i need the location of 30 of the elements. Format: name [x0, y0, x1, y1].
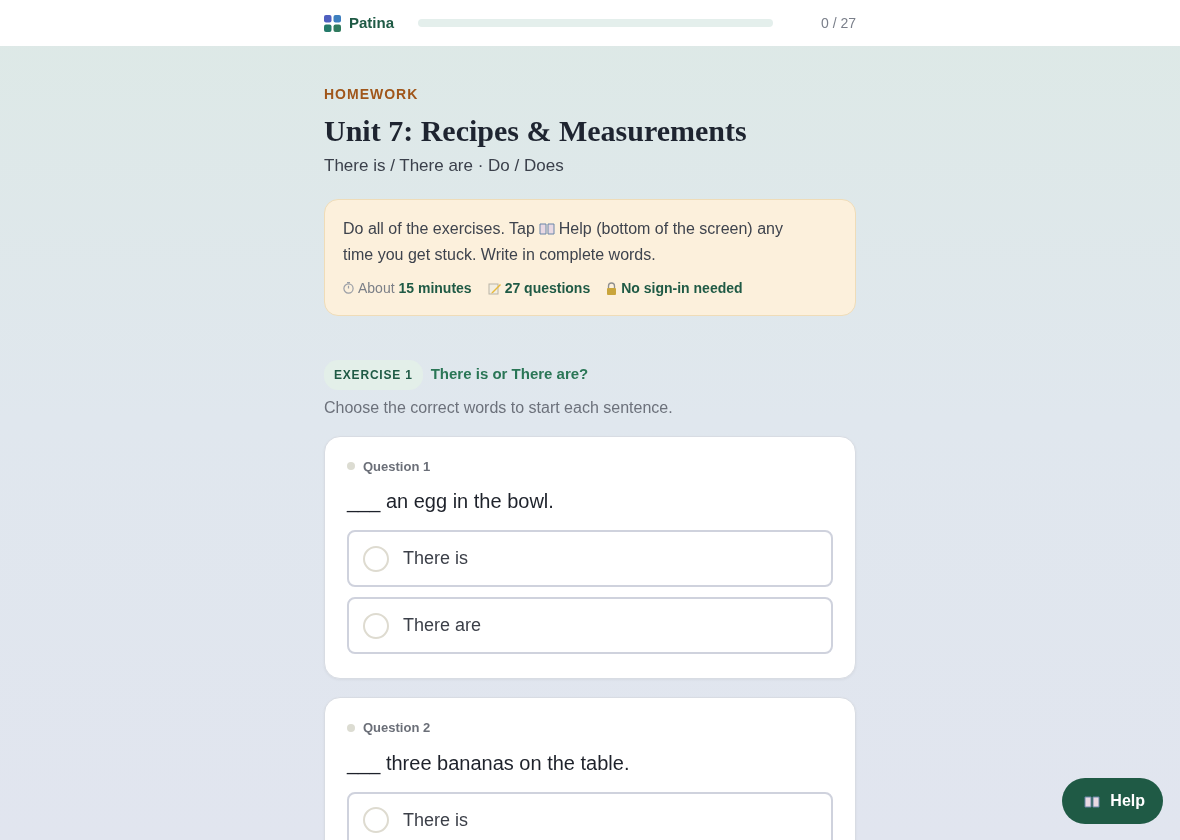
- memo-icon: [487, 281, 501, 295]
- answer-option[interactable]: There is: [347, 530, 833, 587]
- meta-text: 27 questions: [504, 278, 591, 298]
- book-icon: [1084, 794, 1101, 808]
- answer-option[interactable]: There is: [347, 791, 833, 840]
- meta-text: About 15 minutes: [358, 278, 472, 298]
- instruction-text: time you get stuck. Write in complete words.: [343, 245, 656, 263]
- help-button[interactable]: Help: [1062, 778, 1163, 824]
- status-dot: [347, 723, 355, 732]
- lock-icon: [606, 281, 618, 295]
- instruction-text: Do all of the exercises. Tap: [343, 219, 535, 237]
- question-prompt: ___ an egg in the bowl.: [347, 489, 555, 515]
- exercise-title: There is or There are?: [430, 364, 589, 385]
- status-dot: [347, 462, 355, 471]
- answer-option[interactable]: There are: [347, 597, 833, 654]
- question-label: Question 2: [363, 719, 431, 737]
- question-prompt: ___ three bananas on the table.: [347, 750, 631, 777]
- logo-icon: [324, 14, 341, 32]
- meta-text: No sign-in needed: [621, 278, 743, 298]
- book-icon: [538, 221, 555, 235]
- section-label: HOMEWORK: [324, 85, 420, 104]
- instruction-text: Help (bottom of the screen) any: [558, 219, 783, 237]
- exercise-instruction: Choose the correct words to start each sentence.: [324, 397, 674, 418]
- page-subtitle: There is / There are · Do / Does: [324, 155, 565, 177]
- page-title: Unit 7: Recipes & Measurements: [324, 113, 748, 149]
- stopwatch-icon: [343, 282, 354, 294]
- exercise-badge: EXERCISE 1: [324, 359, 423, 390]
- question-label: Question 1: [363, 457, 431, 476]
- question-counter: 0 / 27: [820, 13, 856, 33]
- brand-name[interactable]: Patina: [349, 11, 394, 35]
